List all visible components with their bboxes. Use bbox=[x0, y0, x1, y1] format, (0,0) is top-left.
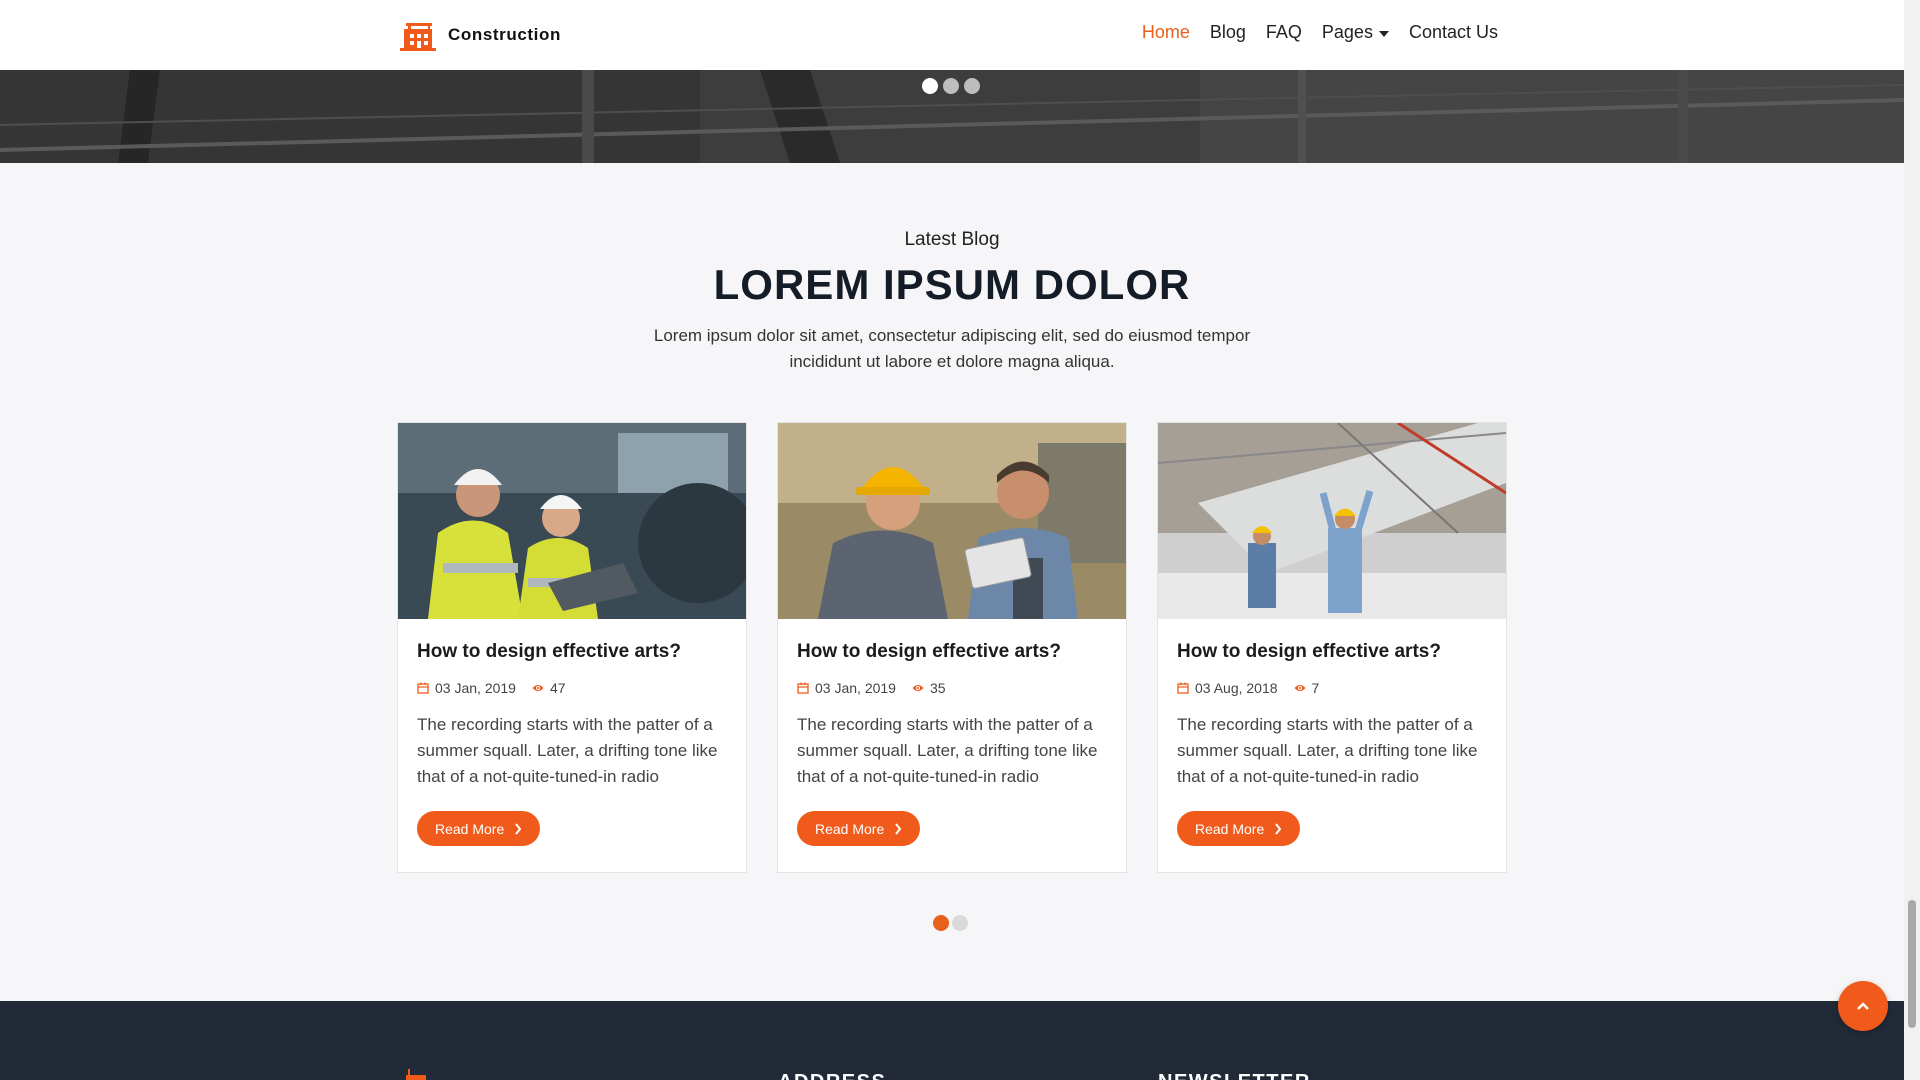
hero-slider bbox=[0, 70, 1904, 163]
chevron-up-icon bbox=[1857, 1002, 1869, 1010]
nav-item-contact-us[interactable]: Contact Us bbox=[1409, 22, 1498, 43]
blog-card-title[interactable]: How to design effective arts? bbox=[1177, 641, 1487, 663]
post-date: 03 Jan, 2019 bbox=[417, 680, 516, 696]
chevron-right-icon bbox=[1275, 822, 1282, 835]
read-more-button[interactable]: Read More bbox=[417, 811, 541, 846]
nav-item-label: Pages bbox=[1321, 22, 1373, 42]
hero-dot-2[interactable] bbox=[943, 78, 959, 94]
blog-card: How to design effective arts? 03 Jan, 20… bbox=[397, 422, 747, 873]
scroll-to-top-button[interactable] bbox=[1838, 981, 1888, 1031]
blog-card-body: How to design effective arts? 03 Jan, 20… bbox=[778, 619, 1126, 846]
calendar-icon bbox=[417, 682, 429, 694]
brand-name: Construction bbox=[448, 25, 561, 44]
navbar: Construction Home Blog FAQ Pages Contact… bbox=[0, 0, 1904, 70]
blog-card-title[interactable]: How to design effective arts? bbox=[797, 641, 1107, 663]
read-more-label: Read More bbox=[1195, 820, 1265, 837]
read-more-label: Read More bbox=[435, 820, 505, 837]
post-date-text: 03 Jan, 2019 bbox=[435, 680, 516, 696]
read-more-button[interactable]: Read More bbox=[1177, 811, 1301, 846]
eye-icon bbox=[1294, 685, 1306, 691]
section-title: LOREM IPSUM DOLOR bbox=[713, 261, 1191, 308]
brand[interactable]: Construction bbox=[400, 19, 561, 51]
hero-dot-3[interactable] bbox=[964, 78, 980, 94]
chevron-right-icon bbox=[515, 822, 522, 835]
blog-card: How to design effective arts? 03 Aug, 20… bbox=[1157, 422, 1507, 873]
crane-building-icon bbox=[406, 1069, 426, 1080]
read-more-label: Read More bbox=[815, 820, 885, 837]
latest-blog-section: Latest Blog LOREM IPSUM DOLOR Lorem ipsu… bbox=[0, 163, 1904, 1001]
nav-item-label: FAQ bbox=[1265, 22, 1302, 42]
blog-card-meta: 03 Aug, 2018 7 bbox=[1177, 680, 1487, 696]
footer-heading-newsletter: NEWSLETTER bbox=[1158, 1071, 1311, 1080]
blog-card-excerpt: The recording starts with the patter of … bbox=[1177, 715, 1478, 786]
blog-page-dot-1[interactable] bbox=[933, 915, 949, 931]
blog-image-workers-tablet[interactable] bbox=[778, 423, 1126, 619]
blog-card-excerpt: The recording starts with the patter of … bbox=[417, 715, 718, 786]
crane-building-icon bbox=[400, 23, 436, 51]
nav-item-label: Home bbox=[1141, 22, 1190, 42]
blog-card-excerpt: The recording starts with the patter of … bbox=[797, 715, 1098, 786]
nav-item-pages[interactable]: Pages bbox=[1322, 22, 1389, 43]
nav-item-blog[interactable]: Blog bbox=[1210, 22, 1246, 43]
caret-down-icon bbox=[1378, 30, 1389, 37]
post-views-count: 47 bbox=[549, 680, 566, 696]
post-views: 35 bbox=[912, 680, 946, 696]
nav-item-home[interactable]: Home bbox=[1142, 22, 1190, 43]
nav-item-label: Blog bbox=[1209, 22, 1246, 42]
blog-card-meta: 03 Jan, 2019 47 bbox=[417, 680, 727, 696]
section-subtitle: Latest Blog bbox=[904, 229, 1000, 250]
section-intro: Lorem ipsum dolor sit amet, consectetur … bbox=[653, 326, 1251, 371]
eye-icon bbox=[912, 685, 924, 691]
blog-image-engineers[interactable] bbox=[398, 423, 746, 619]
post-date: 03 Jan, 2019 bbox=[797, 680, 896, 696]
post-date: 03 Aug, 2018 bbox=[1177, 680, 1278, 696]
blog-card-body: How to design effective arts? 03 Aug, 20… bbox=[1158, 619, 1506, 846]
hero-dot-1[interactable] bbox=[922, 78, 938, 94]
footer: ADDRESS NEWSLETTER bbox=[0, 1001, 1904, 1080]
blog-card-meta: 03 Jan, 2019 35 bbox=[797, 680, 1107, 696]
blog-card: How to design effective arts? 03 Jan, 20… bbox=[777, 422, 1127, 873]
blog-page-dot-2[interactable] bbox=[952, 915, 968, 931]
blog-card-title[interactable]: How to design effective arts? bbox=[417, 641, 727, 663]
post-views: 47 bbox=[532, 680, 566, 696]
blog-card-body: How to design effective arts? 03 Jan, 20… bbox=[398, 619, 746, 846]
read-more-button[interactable]: Read More bbox=[797, 811, 921, 846]
blog-pagination bbox=[933, 915, 968, 931]
post-date-text: 03 Aug, 2018 bbox=[1195, 680, 1278, 696]
post-date-text: 03 Jan, 2019 bbox=[815, 680, 896, 696]
post-views: 7 bbox=[1294, 680, 1320, 696]
post-views-count: 35 bbox=[929, 680, 946, 696]
main-nav: Home Blog FAQ Pages Contact Us bbox=[1142, 22, 1498, 43]
scrollbar-thumb[interactable] bbox=[1908, 900, 1916, 1028]
calendar-icon bbox=[797, 682, 809, 694]
footer-heading-address: ADDRESS bbox=[778, 1071, 886, 1080]
page-scrollbar[interactable] bbox=[1904, 0, 1920, 1080]
nav-item-label: Contact Us bbox=[1408, 22, 1498, 42]
hero-pagination bbox=[922, 78, 980, 94]
eye-icon bbox=[532, 685, 544, 691]
chevron-right-icon bbox=[895, 822, 902, 835]
blog-image-ceiling-install[interactable] bbox=[1158, 423, 1506, 619]
post-views-count: 7 bbox=[1311, 680, 1320, 696]
nav-item-faq[interactable]: FAQ bbox=[1266, 22, 1302, 43]
calendar-icon bbox=[1177, 682, 1189, 694]
